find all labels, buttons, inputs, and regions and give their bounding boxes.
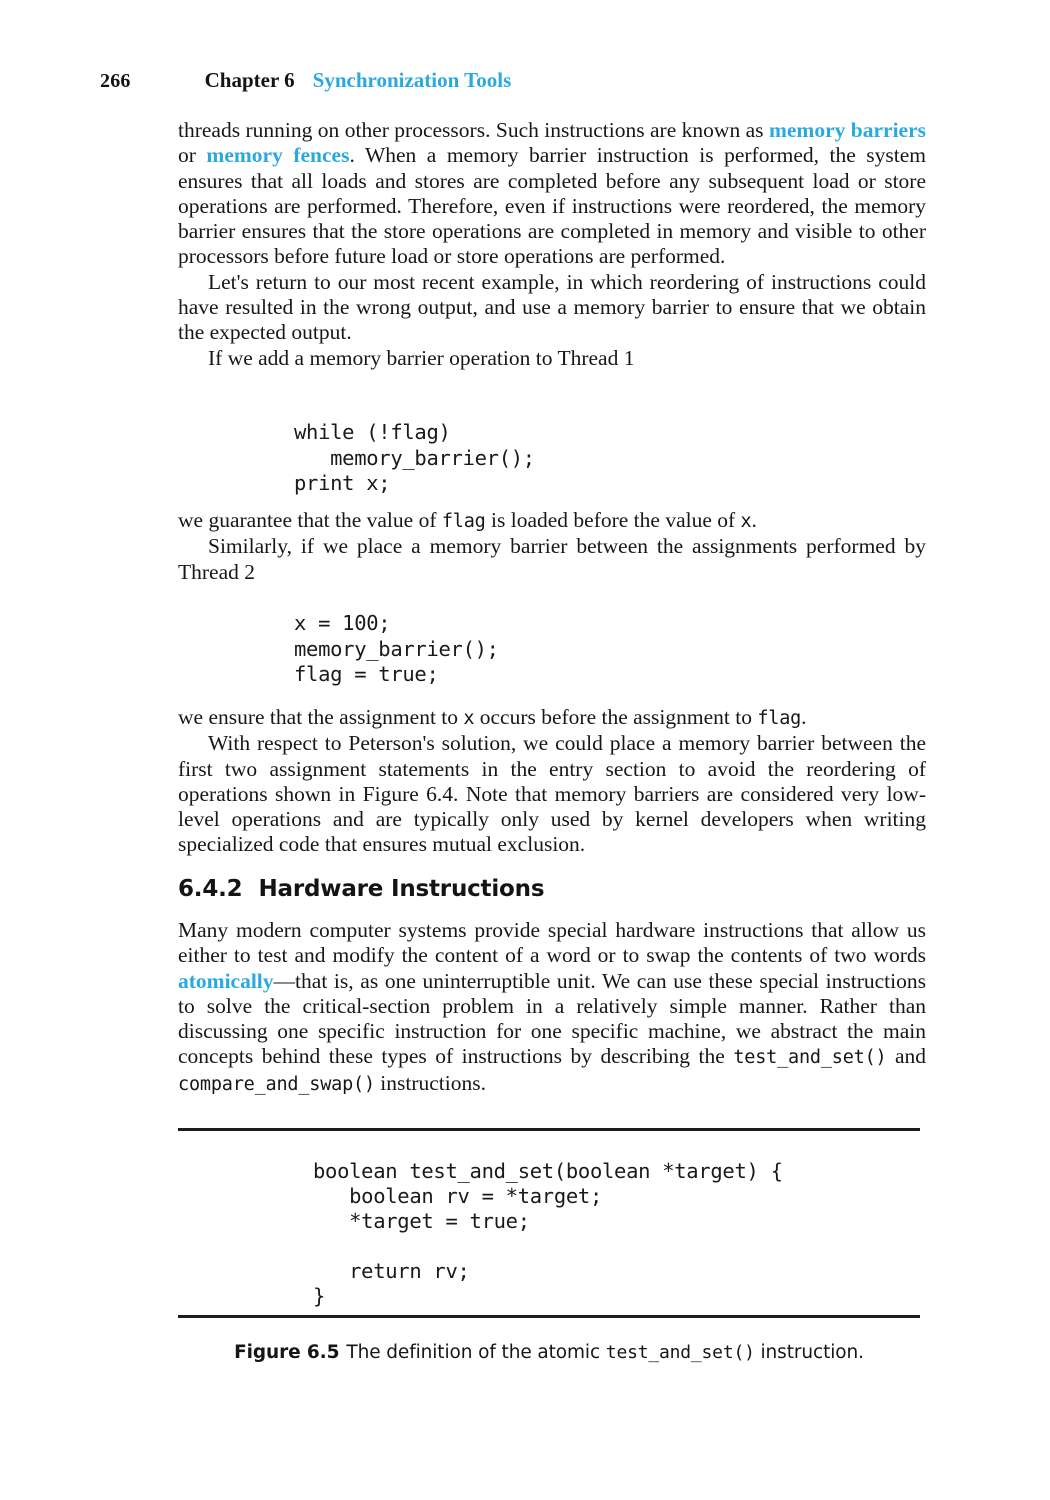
section-title: Hardware Instructions [258,876,545,902]
figure-6-5: boolean test_and_set(boolean *target) { … [178,1128,920,1318]
term-memory-fences: memory fences [206,143,350,168]
paragraph-text-end: . [801,705,807,729]
figure-rule-bottom [178,1315,920,1318]
term-atomically: atomically [178,968,274,993]
conjunction-text: or [178,143,207,168]
paragraph-memory-barriers: threads running on other processors. Suc… [178,118,926,270]
paragraph-text-end: instructions. [374,1070,486,1095]
paragraph-ensure-assignment: we ensure that the assignment to x occur… [178,705,926,731]
term-memory-barriers: memory barriers [768,118,926,142]
section-number: 6.4.2 [178,876,243,902]
figure-code-test-and-set: boolean test_and_set(boolean *target) { … [313,1159,783,1308]
body-column-mid1: we guarantee that the value of flag is l… [178,508,926,585]
chapter-label: Chapter 6 [204,68,295,92]
inline-code-x: x [740,511,752,532]
figure-caption-text-end: instruction. [754,1342,865,1363]
paragraph-text: we ensure that the assignment to [178,705,464,729]
inline-code-flag: flag [441,511,486,532]
inline-code-flag-2: flag [757,708,802,729]
paragraph-text: Many modern computer systems provide spe… [178,918,926,968]
paragraph-text-mid: is loaded before the value of [485,508,741,532]
paragraph-text: threads running on other processors. Suc… [178,118,769,142]
body-column-bottom: Many modern computer systems provide spe… [178,918,926,1097]
section-heading: 6.4.2 Hardware Instructions [178,876,545,902]
inline-code-compare-and-swap: compare_and_swap() [178,1073,375,1095]
paragraph-similarly-thread2: Similarly, if we place a memory barrier … [178,534,926,584]
code-block-thread1: while (!flag) memory_barrier(); print x; [294,420,535,495]
paragraph-text: we guarantee that the value of [178,508,442,532]
paragraph-petersons-solution: With respect to Peterson's solution, we … [178,731,926,857]
paragraph-text-end: . [751,508,757,532]
inline-code-test-and-set: test_and_set() [733,1047,887,1069]
body-column-mid2: we ensure that the assignment to x occur… [178,705,926,858]
figure-caption-text: The definition of the atomic [346,1342,606,1363]
paragraph-hardware-instructions: Many modern computer systems provide spe… [178,918,926,1097]
code-block-thread2: x = 100; memory_barrier(); flag = true; [294,611,499,686]
figure-body: boolean test_and_set(boolean *target) { … [178,1131,920,1315]
figure-label: Figure 6.5 [234,1342,340,1363]
inline-code-x-2: x [463,708,475,729]
chapter-title: Synchronization Tools [312,68,512,92]
page-number: 266 [100,70,131,92]
paragraph-add-barrier-thread1: If we add a memory barrier operation to … [208,345,635,370]
paragraph-text-mid: occurs before the assignment to [474,705,758,729]
figure-caption-code: test_and_set() [605,1342,755,1363]
paragraph-guarantee-flag: we guarantee that the value of flag is l… [178,508,926,534]
running-head: 266 Chapter 6 Synchronization Tools [100,68,511,93]
paragraph-text-and: and [886,1044,927,1069]
figure-caption: Figure 6.5 The definition of the atomic t… [178,1342,920,1363]
body-column-top: threads running on other processors. Suc… [178,118,926,371]
textbook-page: 266 Chapter 6 Synchronization Tools thre… [0,0,1050,1500]
paragraph-lets-return: Let's return to our most recent example,… [178,269,926,345]
